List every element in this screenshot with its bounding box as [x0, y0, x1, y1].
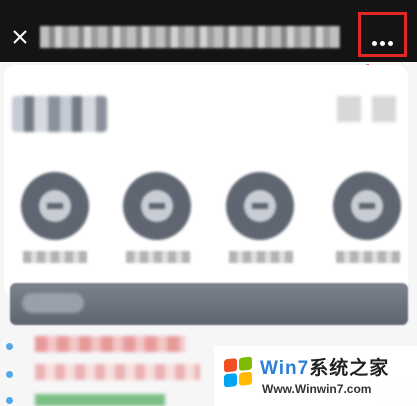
page-title-blurred [40, 26, 340, 48]
list-item-blurred[interactable] [35, 364, 200, 380]
close-icon [13, 30, 27, 44]
more-options-button[interactable] [358, 12, 407, 57]
watermark-url: Www.Winwin7.com [262, 382, 372, 396]
blurred-element [337, 96, 361, 122]
close-button[interactable] [9, 26, 31, 48]
app-icon-blurred[interactable] [123, 172, 191, 240]
list-bullet-icon [6, 371, 13, 378]
list-bullet-icon [6, 343, 13, 350]
app-icon-blurred[interactable] [333, 172, 401, 240]
watermark-brand: Win7系统之家 [260, 358, 390, 379]
more-dots-icon [372, 33, 396, 51]
windows-logo-icon [224, 356, 252, 388]
list-item-blurred[interactable] [35, 394, 165, 406]
blurred-element [372, 96, 396, 122]
site-watermark: Win7系统之家 Www.Winwin7.com [214, 346, 417, 406]
list-bullet-icon [6, 397, 13, 404]
app-label-blurred [229, 251, 293, 263]
list-item-blurred[interactable] [35, 336, 185, 352]
app-label-blurred [23, 251, 87, 263]
app-label-blurred [336, 251, 400, 263]
banner-tag-blurred [22, 293, 84, 313]
app-label-blurred [126, 251, 190, 263]
card-header-blurred [12, 96, 107, 132]
app-icon-blurred[interactable] [21, 172, 89, 240]
top-bar [0, 0, 417, 62]
app-icon-blurred[interactable] [226, 172, 294, 240]
